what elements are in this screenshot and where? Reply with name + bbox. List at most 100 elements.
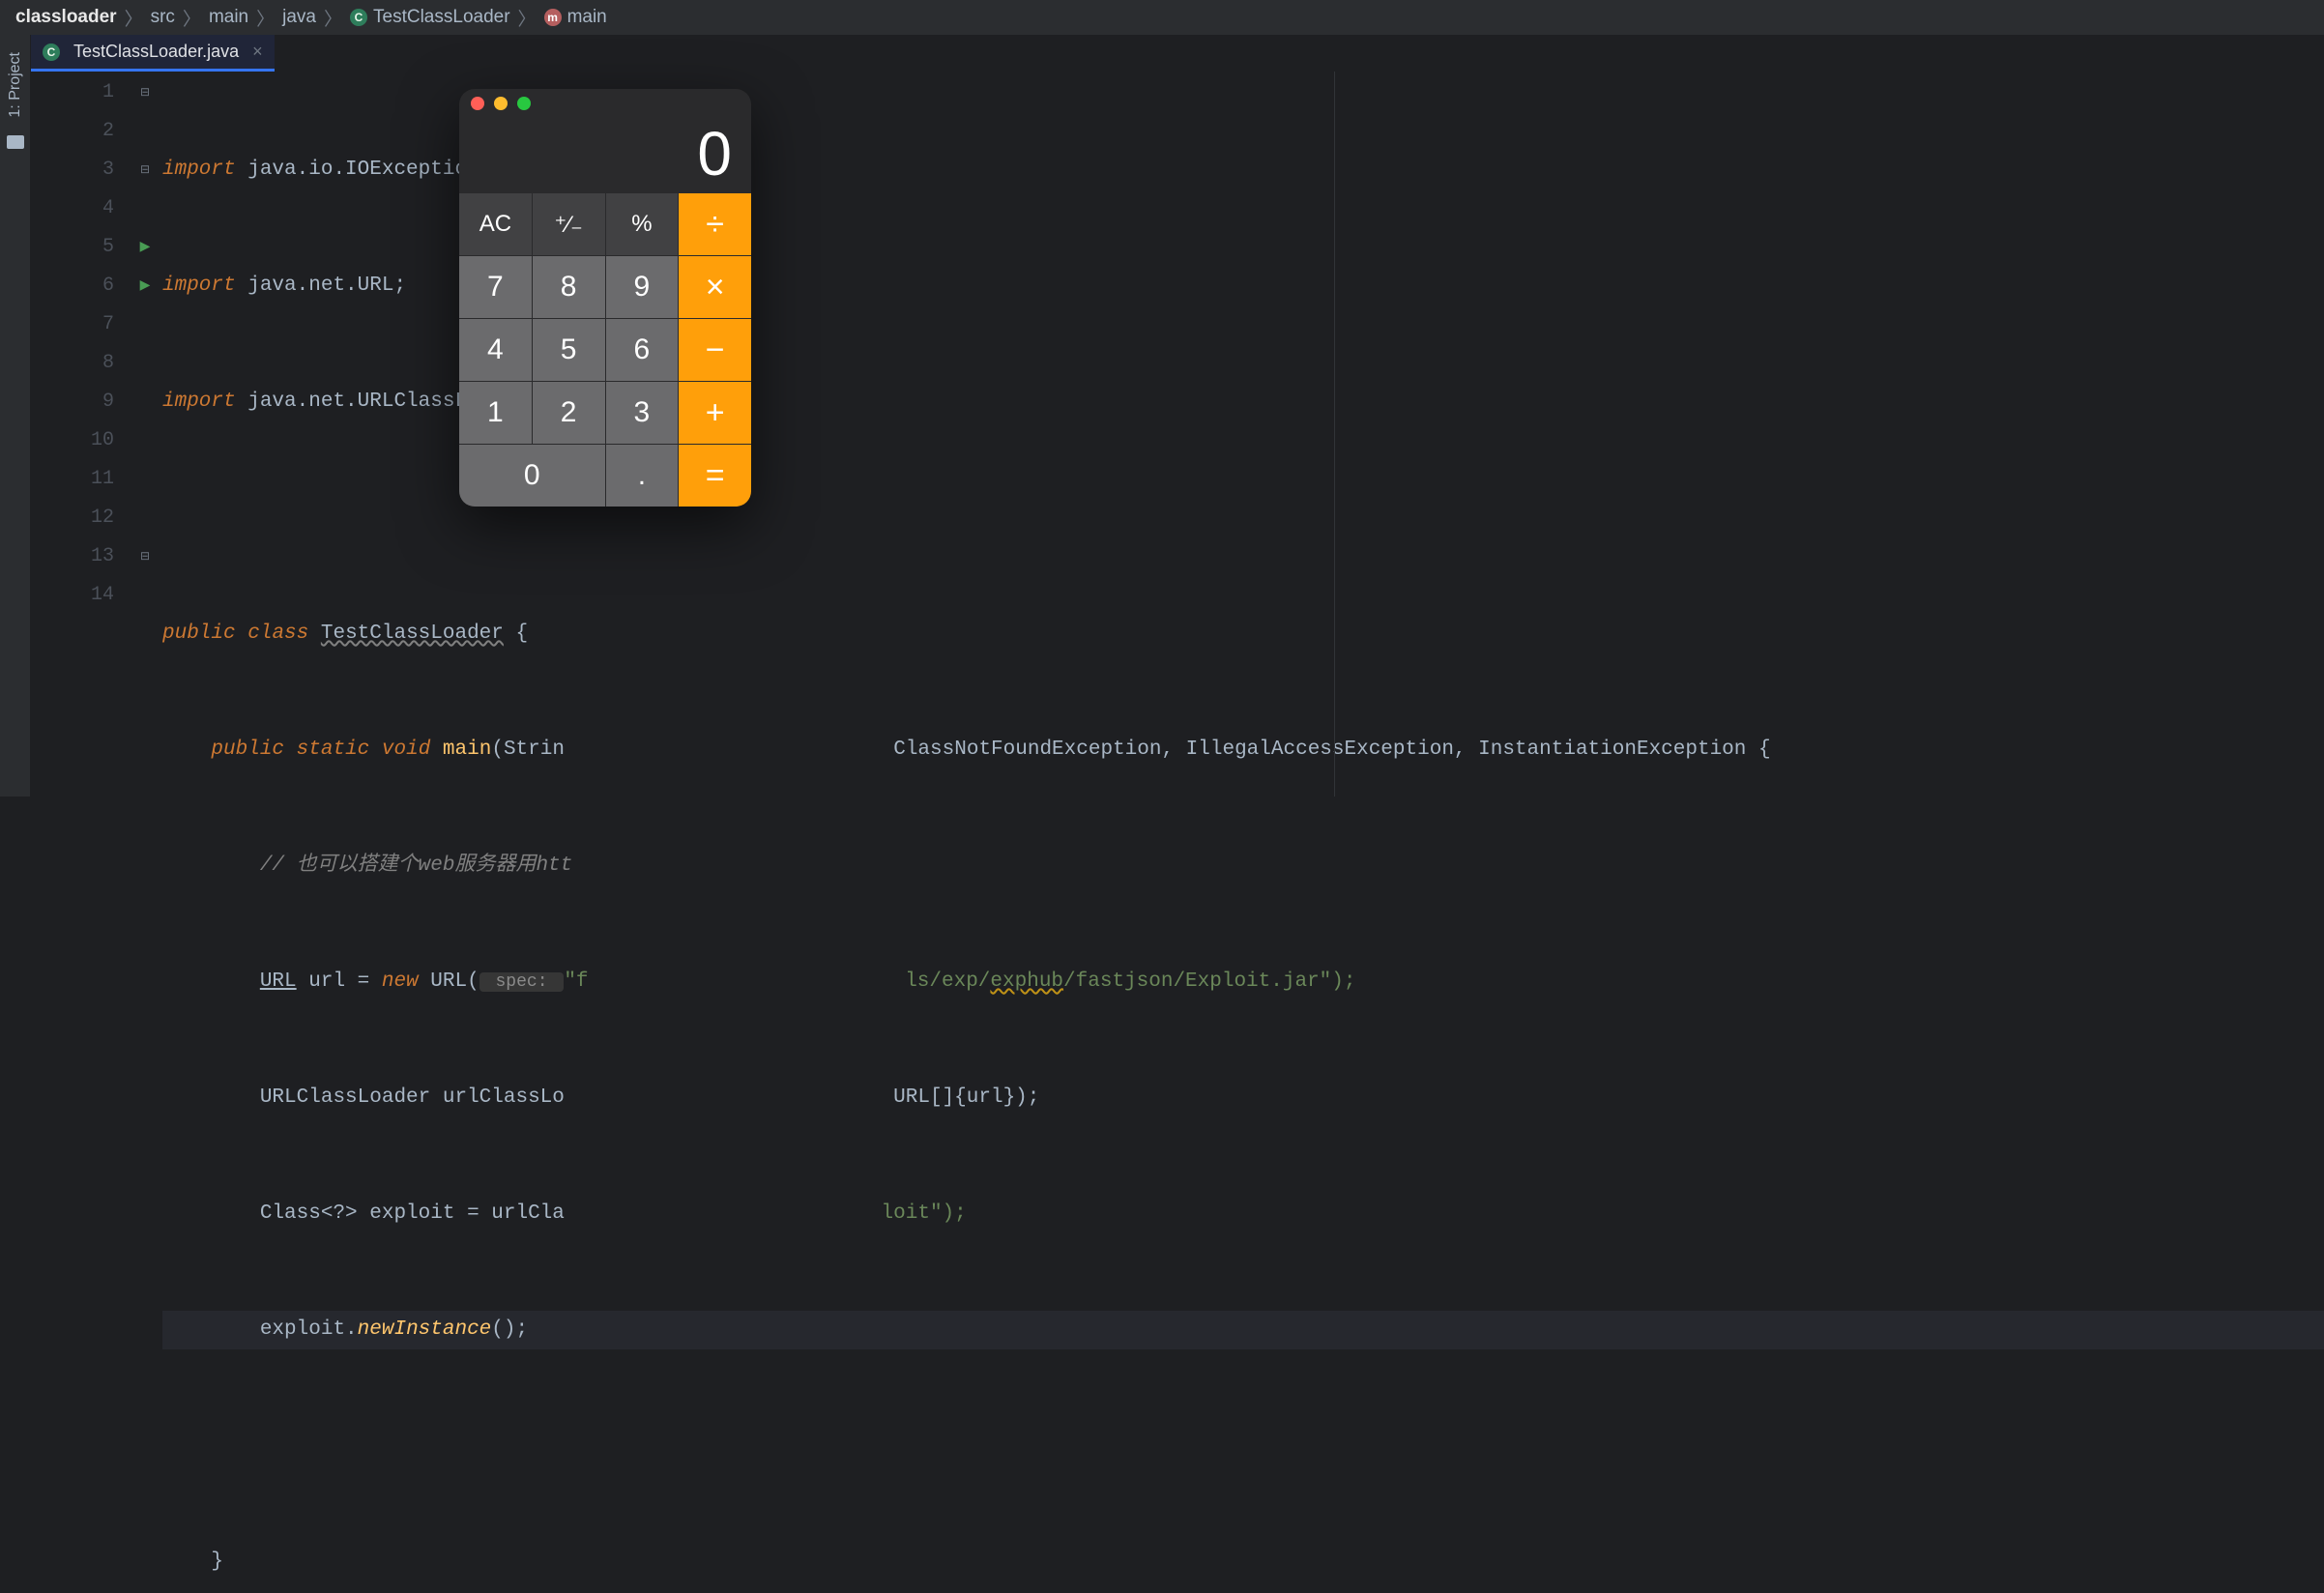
calc-5-button[interactable]: 5 <box>533 319 605 381</box>
code-text: exploit. <box>260 1318 358 1341</box>
code-text: URL( <box>419 970 479 993</box>
calc-0-button[interactable]: 0 <box>459 445 605 507</box>
editor: 1 2 3 4 5 6 7 8 9 10 11 12 13 14 ⊟ ⊟ ▶ ▶… <box>31 72 2324 796</box>
calc-percent-button[interactable]: % <box>606 193 679 255</box>
code-text: (); <box>491 1318 528 1341</box>
code-text: { <box>504 623 528 645</box>
param-hint: spec: <box>479 972 565 992</box>
method-name: main <box>443 739 491 761</box>
class-name: TestClassLoader <box>321 623 504 645</box>
tab-label: TestClassLoader.java <box>73 42 239 62</box>
calc-multiply-button[interactable]: × <box>679 256 751 318</box>
keyword: public <box>162 623 236 645</box>
gutter-icons: ⊟ ⊟ ▶ ▶ ⊟ <box>128 72 162 796</box>
fold-end-icon[interactable]: ⊟ <box>128 537 162 576</box>
line-number: 13 <box>31 537 114 576</box>
fold-icon[interactable]: ⊟ <box>128 151 162 189</box>
method-call: newInstance <box>358 1318 492 1341</box>
line-number: 7 <box>31 305 114 344</box>
close-icon[interactable]: × <box>252 42 263 62</box>
folder-icon <box>7 135 24 149</box>
keyword: void <box>382 739 430 761</box>
line-number: 6 <box>31 267 114 305</box>
code-text: } <box>211 1550 223 1573</box>
calc-4-button[interactable]: 4 <box>459 319 532 381</box>
chevron-right-icon: 〉 <box>256 5 275 31</box>
code-text: java.io.IOException; <box>236 159 492 181</box>
code-text: ClassNotFoundException, IllegalAccessExc… <box>882 739 1771 761</box>
calc-subtract-button[interactable]: − <box>679 319 751 381</box>
line-number: 4 <box>31 189 114 228</box>
breadcrumb-java[interactable]: java <box>282 7 316 28</box>
calc-ac-button[interactable]: AC <box>459 193 532 255</box>
zoom-window-icon[interactable] <box>517 97 531 110</box>
editor-tabs: C TestClassLoader.java × <box>31 35 275 72</box>
code-text: url = <box>297 970 382 993</box>
line-number: 8 <box>31 344 114 383</box>
right-margin <box>1334 72 1335 796</box>
calc-equals-button[interactable]: = <box>679 445 751 507</box>
line-number: 11 <box>31 460 114 499</box>
calc-2-button[interactable]: 2 <box>533 382 605 444</box>
calc-7-button[interactable]: 7 <box>459 256 532 318</box>
chevron-right-icon: 〉 <box>125 5 143 31</box>
tool-window-bar: 1: Project <box>0 35 31 796</box>
code-text: Class<?> exploit = urlCla <box>260 1202 565 1225</box>
keyword: import <box>162 391 236 413</box>
line-number: 5 <box>31 228 114 267</box>
keyword: import <box>162 159 236 181</box>
calculator-titlebar[interactable] <box>459 89 751 118</box>
line-numbers: 1 2 3 4 5 6 7 8 9 10 11 12 13 14 <box>31 72 128 796</box>
keyword: static <box>297 739 370 761</box>
line-number: 10 <box>31 421 114 460</box>
keyword: new <box>382 970 419 993</box>
calc-3-button[interactable]: 3 <box>606 382 679 444</box>
code-text: URL[]{url}); <box>882 1086 1040 1109</box>
breadcrumb-main[interactable]: main <box>209 7 248 28</box>
minimize-window-icon[interactable] <box>494 97 508 110</box>
line-number: 9 <box>31 383 114 421</box>
string: loit"); <box>882 1202 967 1225</box>
current-line: exploit.newInstance(); <box>162 1311 2324 1349</box>
calc-sign-button[interactable]: ⁺⁄₋ <box>533 193 605 255</box>
calc-6-button[interactable]: 6 <box>606 319 679 381</box>
breadcrumb: classloader 〉 src 〉 main 〉 java 〉 C Test… <box>0 0 2324 35</box>
string-warning: exphub <box>990 970 1063 993</box>
class-icon: C <box>43 43 60 61</box>
line-number: 2 <box>31 112 114 151</box>
line-number: 12 <box>31 499 114 537</box>
keyword: import <box>162 275 236 297</box>
fold-icon[interactable]: ⊟ <box>128 73 162 112</box>
calc-add-button[interactable]: + <box>679 382 751 444</box>
string: /fastjson/Exploit.jar"); <box>1063 970 1355 993</box>
calc-1-button[interactable]: 1 <box>459 382 532 444</box>
calculator-display: 0 <box>459 118 751 193</box>
run-icon[interactable]: ▶ <box>128 267 162 305</box>
calc-decimal-button[interactable]: . <box>606 445 679 507</box>
project-tool-button[interactable]: 1: Project <box>7 52 24 118</box>
code-text: URLClassLoader urlClassLo <box>260 1086 565 1109</box>
comment: // 也可以搭建个web服务器用htt <box>260 854 572 877</box>
calc-9-button[interactable]: 9 <box>606 256 679 318</box>
code-text: (Strin <box>491 739 565 761</box>
breadcrumb-root[interactable]: classloader <box>15 7 117 28</box>
code-text: java.net.URL; <box>236 275 406 297</box>
breadcrumb-method[interactable]: main <box>567 7 607 28</box>
calc-8-button[interactable]: 8 <box>533 256 605 318</box>
line-number: 14 <box>31 576 114 615</box>
chevron-right-icon: 〉 <box>183 5 201 31</box>
string: "f <box>564 970 588 993</box>
calc-divide-button[interactable]: ÷ <box>679 193 751 255</box>
close-window-icon[interactable] <box>471 97 484 110</box>
breadcrumb-src[interactable]: src <box>151 7 175 28</box>
chevron-right-icon: 〉 <box>324 5 342 31</box>
calculator-keypad: AC ⁺⁄₋ % ÷ 7 8 9 × 4 5 6 − 1 2 3 + 0 . = <box>459 193 751 507</box>
class-icon: C <box>350 9 367 26</box>
tab-test-class-loader[interactable]: C TestClassLoader.java × <box>31 35 275 72</box>
type: URL <box>260 970 297 993</box>
run-icon[interactable]: ▶ <box>128 228 162 267</box>
calculator-window[interactable]: 0 AC ⁺⁄₋ % ÷ 7 8 9 × 4 5 6 − 1 2 3 + 0 .… <box>459 89 751 507</box>
breadcrumb-class[interactable]: TestClassLoader <box>373 7 510 28</box>
keyword: class <box>247 623 308 645</box>
line-number: 3 <box>31 151 114 189</box>
